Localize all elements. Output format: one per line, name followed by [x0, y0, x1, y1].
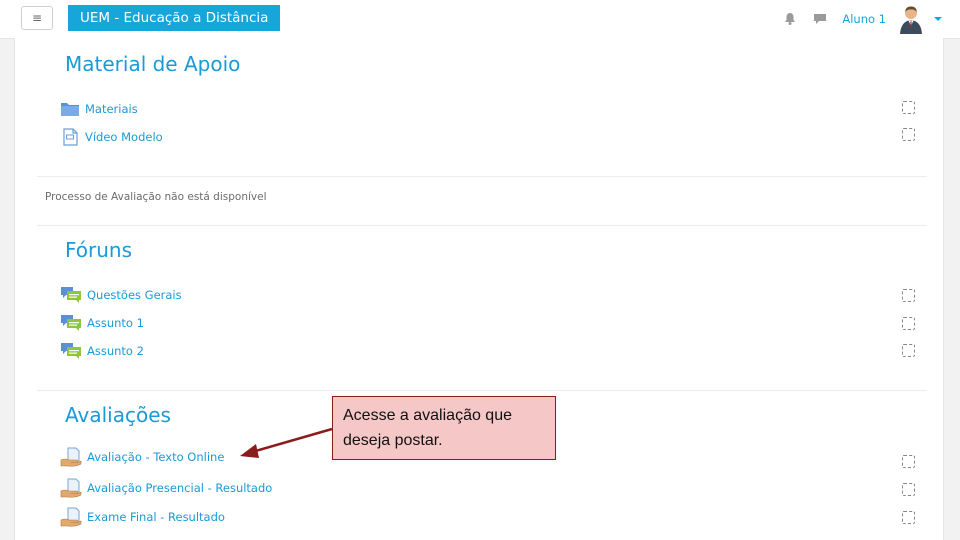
assignment-icon — [60, 478, 82, 498]
activity-avaliacao-presencial-resultado[interactable]: Avaliação Presencial - Resultado — [60, 477, 272, 499]
completion-checkbox[interactable] — [902, 483, 915, 496]
activity-assunto-2[interactable]: Assunto 2 — [60, 340, 144, 362]
forum-icon — [61, 315, 81, 331]
chevron-down-icon[interactable] — [934, 17, 942, 21]
navbar-user-area: Aluno 1 — [768, 0, 942, 38]
course-content: Material de Apoio Materiais Vídeo Modelo… — [14, 38, 944, 540]
section-title-avaliacoes: Avaliações — [65, 403, 171, 427]
user-name-link[interactable]: Aluno 1 — [842, 12, 886, 26]
assignment-icon — [60, 507, 82, 527]
assignment-icon — [60, 447, 82, 467]
activity-label: Assunto 1 — [87, 316, 144, 330]
chat-bubble-icon[interactable] — [812, 11, 828, 27]
folder-icon — [61, 103, 79, 116]
activity-label: Vídeo Modelo — [85, 130, 163, 144]
activity-video-modelo[interactable]: Vídeo Modelo — [60, 126, 163, 148]
top-navbar: ≡ UEM - Educação a Distância Aluno 1 — [0, 0, 960, 39]
completion-checkbox[interactable] — [902, 128, 915, 141]
user-avatar[interactable] — [896, 4, 926, 34]
restricted-section-notice: Processo de Avaliação não está disponíve… — [45, 191, 267, 203]
completion-checkbox[interactable] — [902, 101, 915, 114]
activity-materiais[interactable]: Materiais — [60, 98, 138, 120]
completion-checkbox[interactable] — [902, 511, 915, 524]
section-title-foruns: Fóruns — [65, 238, 133, 262]
forum-icon — [61, 343, 81, 359]
section-divider — [37, 225, 927, 226]
activity-exame-final-resultado[interactable]: Exame Final - Resultado — [60, 506, 225, 528]
hamburger-icon: ≡ — [31, 11, 43, 25]
completion-checkbox[interactable] — [902, 455, 915, 468]
completion-checkbox[interactable] — [902, 344, 915, 357]
activity-label: Avaliação - Texto Online — [87, 450, 225, 464]
activity-assunto-1[interactable]: Assunto 1 — [60, 312, 144, 334]
activity-label: Materiais — [85, 102, 138, 116]
section-divider — [37, 176, 927, 177]
activity-label: Avaliação Presencial - Resultado — [87, 481, 273, 495]
hamburger-menu-button[interactable]: ≡ — [21, 6, 53, 30]
activity-questoes-gerais[interactable]: Questões Gerais — [60, 284, 182, 306]
completion-checkbox[interactable] — [902, 317, 915, 330]
section-divider — [37, 390, 927, 391]
activity-label: Assunto 2 — [87, 344, 144, 358]
activity-avaliacao-texto-online[interactable]: Avaliação - Texto Online — [60, 446, 224, 468]
page-icon — [63, 128, 78, 146]
completion-checkbox[interactable] — [902, 289, 915, 302]
instruction-callout: Acesse a avaliação que deseja postar. — [332, 396, 556, 460]
activity-label: Exame Final - Resultado — [87, 510, 225, 524]
site-brand-link[interactable]: UEM - Educação a Distância — [68, 5, 281, 31]
section-title-material-de-apoio: Material de Apoio — [65, 52, 241, 76]
forum-icon — [61, 287, 81, 303]
activity-label: Questões Gerais — [87, 288, 182, 302]
notification-bell-icon[interactable] — [782, 11, 798, 27]
